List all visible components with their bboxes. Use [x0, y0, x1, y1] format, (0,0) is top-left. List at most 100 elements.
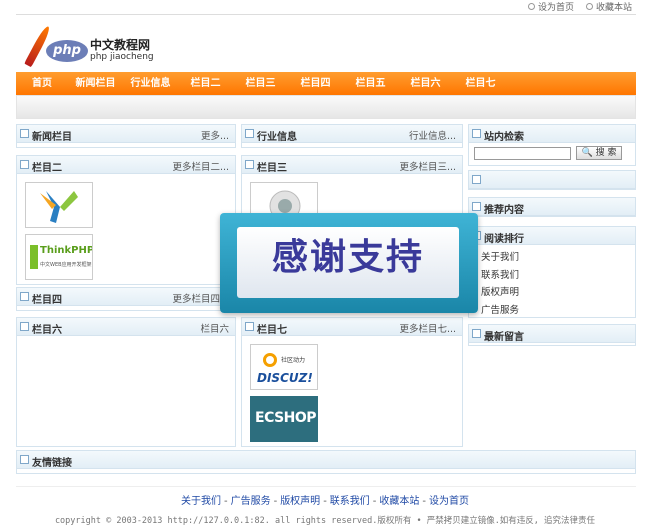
box-icon [245, 322, 254, 331]
banner-text: 感谢支持 [271, 237, 424, 278]
top-divider [16, 14, 636, 15]
box-title: 友情链接 [32, 458, 72, 469]
banner-panel: 感谢支持 [237, 227, 459, 298]
box-header: 新闻栏目 更多... [17, 125, 235, 143]
box-header: 栏目四 更多栏目四... [17, 288, 235, 306]
rank-list: 关于我们 联系我们 版权声明 广告服务 [481, 249, 519, 319]
box-icon [20, 292, 29, 301]
news-box: 新闻栏目 更多... [16, 124, 236, 148]
thinkphp-mark-icon [30, 245, 38, 269]
list-item[interactable]: 广告服务 [481, 302, 519, 320]
box-header: 友情链接 [17, 451, 635, 469]
more-link[interactable]: 行业信息... [409, 128, 456, 142]
nav-item-col2[interactable]: 栏目二 [178, 72, 233, 95]
more-link[interactable]: 更多栏目二... [172, 159, 229, 173]
footer-link-about[interactable]: 关于我们 [181, 496, 221, 507]
footer-link-copyright[interactable]: 版权声明 [280, 496, 320, 507]
footer-link-home[interactable]: 设为首页 [429, 496, 469, 507]
nav-item-col3[interactable]: 栏目三 [233, 72, 288, 95]
logo-title: 中文教程网 [90, 38, 151, 52]
box-icon [472, 175, 481, 184]
copyright-text: copyright © 2003-2013 http://127.0.0.1:8… [54, 516, 596, 526]
nav-item-col7[interactable]: 栏目七 [453, 72, 508, 95]
box-header: 行业信息 行业信息... [242, 125, 462, 143]
box-title: 行业信息 [257, 132, 297, 143]
set-home-link[interactable]: 设为首页 [527, 0, 574, 13]
box-header: 推荐内容 [469, 198, 635, 216]
footer-links: 关于我们 - 广告服务 - 版权声明 - 联系我们 - 收藏本站 - 设为首页 [180, 496, 470, 507]
top-links: 设为首页 收藏本站 [527, 0, 632, 13]
list-item[interactable]: 关于我们 [481, 249, 519, 267]
thanks-banner: 感谢支持 [220, 213, 478, 313]
box-title: 站内检索 [484, 132, 524, 143]
search-button[interactable]: 🔍 搜 索 [576, 146, 622, 160]
friend-links-box: 友情链接 [16, 450, 636, 474]
box-title: 栏目六 [32, 325, 62, 336]
nav-item-col5[interactable]: 栏目五 [343, 72, 398, 95]
nav-item-industry[interactable]: 行业信息 [123, 72, 178, 95]
box-title: 最新留言 [484, 332, 524, 343]
box-icon [20, 455, 29, 464]
blank-sidebar-box [468, 170, 636, 190]
nav-item-col4[interactable]: 栏目四 [288, 72, 343, 95]
box-header: 栏目三 更多栏目三... [242, 156, 462, 174]
box-header: 栏目七 更多栏目七... [242, 318, 462, 336]
search-section-icon [472, 129, 481, 138]
top-bar: 设为首页 收藏本站 [0, 0, 650, 14]
box-header [469, 171, 635, 189]
rank-box: 阅读排行 关于我们 联系我们 版权声明 广告服务 [468, 226, 636, 318]
more-link[interactable]: 栏目六 [200, 321, 229, 335]
recommend-box: 推荐内容 [468, 197, 636, 217]
list-item[interactable]: 版权声明 [481, 284, 519, 302]
col2-box: 栏目二 更多栏目二... ThinkPHP 中文WEB应用开发框架 [16, 155, 236, 285]
box-icon [20, 160, 29, 169]
search-input[interactable] [474, 147, 571, 160]
box-icon [472, 329, 481, 338]
box-title: 新闻栏目 [32, 132, 72, 143]
box-title: 推荐内容 [484, 205, 524, 216]
star-icon [585, 2, 593, 10]
box-icon [245, 160, 254, 169]
footer-link-contact[interactable]: 联系我们 [330, 496, 370, 507]
nav-item-home[interactable]: 首页 [16, 72, 68, 95]
main-nav: 首页 新闻栏目 行业信息 栏目二 栏目三 栏目四 栏目五 栏目六 栏目七 [16, 72, 636, 95]
box-header: 栏目二 更多栏目二... [17, 156, 235, 174]
box-header: 最新留言 [469, 325, 635, 343]
box-icon [20, 322, 29, 331]
box-header: 站内检索 [469, 125, 635, 143]
discuz-mark-icon [263, 353, 277, 367]
box-header: 栏目六 栏目六 [17, 318, 235, 336]
more-link[interactable]: 更多... [201, 128, 229, 142]
list-item[interactable]: 联系我们 [481, 267, 519, 285]
col7-box: 栏目七 更多栏目七... 社区动力 DISCUZ! ECSHOP [241, 317, 463, 447]
box-icon [20, 129, 29, 138]
footer-link-ads[interactable]: 广告服务 [231, 496, 271, 507]
footer-divider [16, 486, 636, 487]
box-header: 阅读排行 [469, 227, 635, 245]
col6-box: 栏目六 栏目六 [16, 317, 236, 447]
box-title: 栏目二 [32, 163, 62, 174]
sub-nav-bar [16, 95, 636, 119]
search-box: 站内检索 🔍 搜 索 [468, 124, 636, 166]
yii-logo-icon [40, 191, 78, 223]
more-link[interactable]: 更多栏目三... [399, 159, 456, 173]
discuz-thumbnail[interactable]: 社区动力 DISCUZ! [250, 344, 318, 390]
box-title: 栏目七 [257, 325, 287, 336]
ecshop-thumbnail[interactable]: ECSHOP [250, 396, 318, 442]
more-link[interactable]: 更多栏目七... [399, 321, 456, 335]
box-title: 栏目四 [32, 295, 62, 306]
add-favorite-link[interactable]: 收藏本站 [585, 0, 632, 13]
home-icon [527, 2, 535, 10]
col4-box: 栏目四 更多栏目四... [16, 287, 236, 311]
box-title: 栏目三 [257, 163, 287, 174]
site-logo[interactable]: php 中文教程网 php jiaocheng [24, 24, 170, 70]
industry-box: 行业信息 行业信息... [241, 124, 463, 148]
logo-subtitle: php jiaocheng [90, 52, 154, 62]
messages-box: 最新留言 [468, 324, 636, 346]
nav-item-col6[interactable]: 栏目六 [398, 72, 453, 95]
thinkphp-thumbnail[interactable]: ThinkPHP 中文WEB应用开发框架 [25, 234, 93, 280]
box-title: 阅读排行 [484, 234, 524, 245]
nav-item-news[interactable]: 新闻栏目 [68, 72, 123, 95]
footer-link-favorite[interactable]: 收藏本站 [379, 496, 419, 507]
yii-thumbnail[interactable] [25, 182, 93, 228]
